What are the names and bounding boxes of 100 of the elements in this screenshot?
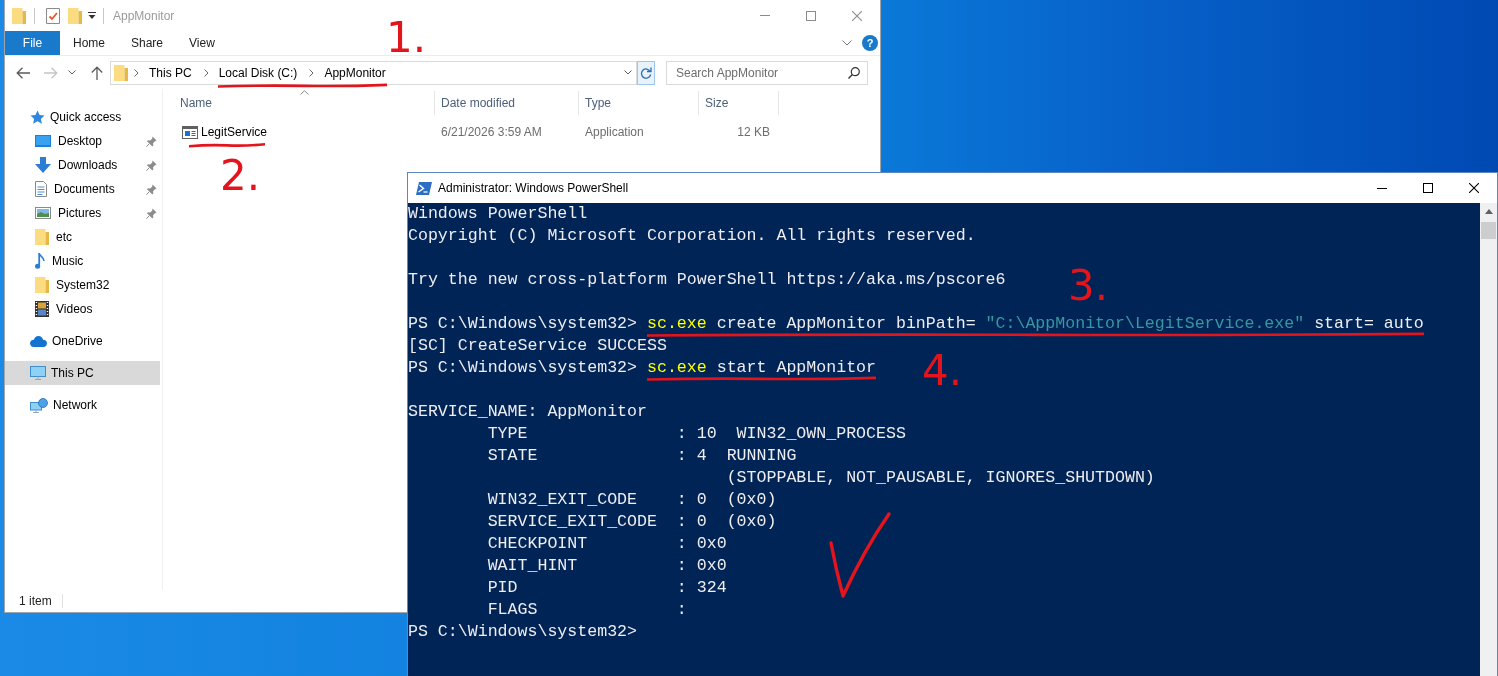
- nav-item[interactable]: Desktop: [35, 131, 103, 151]
- field-value: : 10 WIN32_OWN_PROCESS: [676, 423, 906, 445]
- breadcrumb[interactable]: Local Disk (C:): [212, 61, 304, 84]
- chevron-right-icon: [309, 68, 315, 77]
- document-icon: [35, 181, 47, 197]
- folder-icon: [35, 277, 49, 293]
- window-title: Administrator: Windows PowerShell: [438, 181, 629, 195]
- console-text: (STOPPABLE, NOT_PAUSABLE, IGNORES_SHUTDOWN): [726, 467, 1155, 489]
- maximize-icon: [1423, 183, 1433, 193]
- console-text: Windows PowerShell: [408, 203, 588, 225]
- nav-item[interactable]: Videos: [35, 299, 93, 319]
- refresh-button[interactable]: [637, 60, 655, 85]
- column-header[interactable]: Date modified: [435, 91, 579, 115]
- refresh-icon: [640, 66, 652, 79]
- field-value: : 4 RUNNING: [676, 445, 797, 467]
- annotation-number: 4.: [922, 350, 963, 392]
- caret-down-icon: [68, 70, 76, 75]
- folder-icon: [114, 64, 128, 81]
- field-name: TYPE: [487, 423, 528, 445]
- minimize-icon: [760, 15, 770, 16]
- picture-icon: [35, 207, 51, 219]
- field-name: WAIT_HINT: [487, 555, 578, 577]
- nav-item[interactable]: Downloads: [35, 155, 118, 175]
- chevron-down-icon: [842, 40, 852, 46]
- chevron-right-icon: [203, 68, 209, 77]
- forward-arrow-icon: [44, 66, 58, 79]
- minimize-icon: [1377, 187, 1387, 189]
- breadcrumb[interactable]: This PC: [143, 61, 198, 84]
- checkmark-icon: [826, 510, 892, 600]
- nav-item[interactable]: etc: [35, 227, 72, 247]
- back-arrow-icon: [16, 66, 30, 79]
- status-text: 1 item: [19, 594, 52, 608]
- application-icon: [182, 125, 198, 139]
- nav-item[interactable]: Pictures: [35, 203, 102, 223]
- field-name: SERVICE_EXIT_CODE: [487, 511, 657, 533]
- annotation-number: 3.: [1068, 265, 1109, 307]
- monitor-icon: [35, 135, 51, 147]
- console-prompt: PS C:\Windows\system32>: [408, 357, 638, 379]
- star-icon: [30, 109, 45, 125]
- nav-item[interactable]: OneDrive: [30, 331, 103, 351]
- help-button[interactable]: ?: [862, 35, 878, 51]
- table-cell: 6/21/2026 3:59 AM: [441, 125, 542, 139]
- field-name: WIN32_EXIT_CODE: [487, 489, 638, 511]
- column-header[interactable]: Size: [699, 91, 779, 115]
- field-name: PID: [487, 577, 518, 599]
- caret-up-icon: [1484, 209, 1493, 214]
- nav-item[interactable]: Quick access: [30, 107, 122, 127]
- field-value: :: [676, 599, 687, 621]
- scrollbar-thumb[interactable]: [1481, 222, 1496, 239]
- file-name[interactable]: LegitService: [201, 125, 268, 139]
- field-name: FLAGS: [487, 599, 538, 621]
- console-prompt: PS C:\Windows\system32>: [408, 313, 638, 335]
- maximize-icon: [806, 10, 816, 21]
- field-name: STATE: [487, 445, 538, 467]
- console-text: Copyright (C) Microsoft Corporation. All rights reserved.: [408, 225, 976, 247]
- ribbon-tab[interactable]: View: [176, 31, 228, 55]
- folder-icon[interactable]: [68, 7, 82, 24]
- nav-item[interactable]: Network: [30, 395, 97, 415]
- annotation-number: 2.: [220, 155, 261, 197]
- down-arrow-icon: [35, 157, 51, 173]
- nav-item[interactable]: Documents: [35, 179, 115, 199]
- console-text: [SC] CreateService SUCCESS: [408, 335, 667, 357]
- network-icon: [30, 397, 48, 413]
- folder-icon[interactable]: [12, 7, 26, 24]
- breadcrumb[interactable]: AppMonitor: [318, 61, 392, 84]
- search-icon: [848, 66, 860, 79]
- caret-down-icon[interactable]: [88, 12, 96, 19]
- annotation-number: 1.: [386, 17, 427, 59]
- folder-icon: [35, 229, 49, 245]
- file-menu-tab[interactable]: File: [5, 31, 60, 55]
- table-cell: 12 KB: [737, 125, 770, 139]
- chevron-right-icon: [134, 68, 139, 77]
- up-arrow-icon: [91, 65, 103, 80]
- field-value: : 0 (0x0): [676, 489, 777, 511]
- field-value: : 324: [676, 577, 727, 599]
- column-header[interactable]: Type: [579, 91, 699, 115]
- console-command: sc.exe start AppMonitor: [647, 357, 876, 379]
- address-bar[interactable]: This PC Local Disk (C:) AppMonitor: [110, 60, 637, 85]
- checklist-icon[interactable]: [46, 7, 60, 24]
- computer-icon: [30, 366, 46, 380]
- ribbon-tab[interactable]: Share: [118, 31, 177, 55]
- column-header[interactable]: Name: [174, 91, 435, 115]
- terminal-icon: [416, 181, 432, 195]
- nav-item[interactable]: Music: [35, 251, 84, 271]
- film-icon: [35, 301, 49, 317]
- cloud-icon: [30, 335, 47, 347]
- nav-item[interactable]: System32: [35, 275, 110, 295]
- caret-down-icon: [624, 70, 632, 75]
- console-prompt: PS C:\Windows\system32>: [408, 621, 638, 643]
- table-cell: Application: [585, 125, 644, 139]
- nav-item[interactable]: This PC: [30, 363, 94, 383]
- ribbon-tab[interactable]: Home: [60, 31, 118, 55]
- field-value: : 0x0: [676, 555, 727, 577]
- console-text: Try the new cross-platform PowerShell https://aka.ms/pscore6: [408, 269, 1006, 291]
- close-icon: [852, 10, 862, 21]
- field-value: : 0 (0x0): [676, 511, 777, 533]
- field-name: CHECKPOINT: [487, 533, 588, 555]
- music-note-icon: [35, 253, 45, 269]
- console-command: sc.exe create AppMonitor binPath= "C:\AppMonitor\LegitService.exe" start= auto: [647, 313, 1424, 335]
- search-field[interactable]: Search AppMonitor: [666, 60, 868, 85]
